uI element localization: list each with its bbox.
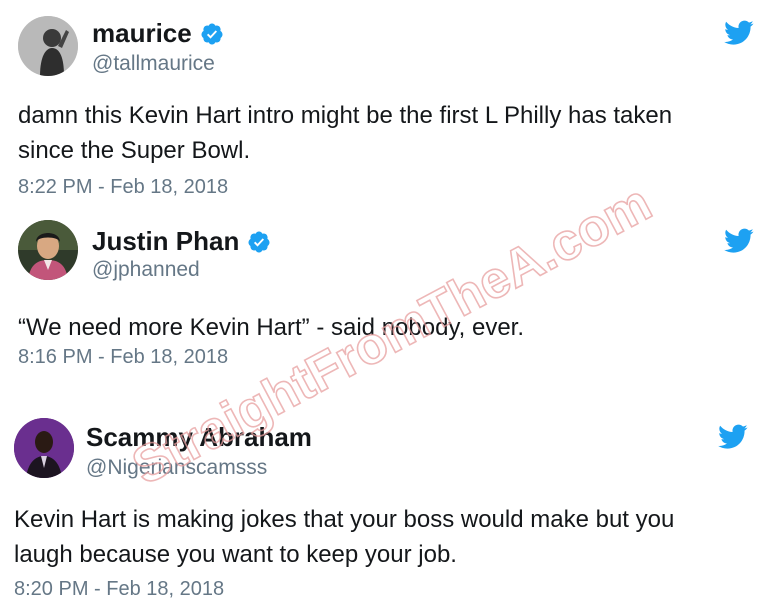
twitter-bird-icon[interactable] — [718, 424, 748, 450]
verified-badge-icon — [201, 23, 223, 44]
twitter-bird-icon[interactable] — [724, 20, 754, 46]
display-name[interactable]: Scammy Abraham — [86, 422, 312, 453]
avatar[interactable] — [18, 16, 78, 76]
tweet-text: “We need more Kevin Hart” - said nobody,… — [18, 310, 748, 345]
tweet-card-justin-phan: Justin Phan @jphanned “We need more Kevi… — [0, 210, 768, 400]
tweet-text-line: damn this Kevin Hart intro might be the … — [18, 102, 673, 129]
avatar[interactable] — [18, 220, 78, 280]
tweet-text: Kevin Hart is making jokes that your bos… — [14, 502, 754, 572]
tweet-card-scammy-abraham: Scammy Abraham @Nigerianscamsss Kevin Ha… — [0, 400, 768, 612]
twitter-bird-icon[interactable] — [724, 228, 754, 254]
timestamp[interactable]: 8:22 PM - Feb 18, 2018 — [18, 176, 228, 199]
handle[interactable]: @tallmaurice — [92, 52, 215, 76]
tweet-card-maurice: maurice @tallmaurice damn this Kevin Har… — [0, 0, 768, 210]
display-name[interactable]: Justin Phan — [92, 226, 239, 257]
verified-badge-icon — [248, 231, 270, 252]
tweet-text-line: “We need more Kevin Hart” - said nobody,… — [18, 314, 525, 341]
tweet-text-line: Kevin Hart is making jokes that your bos… — [14, 506, 675, 533]
tweet-text-line: laugh because you want to keep your job. — [14, 541, 457, 568]
handle[interactable]: @Nigerianscamsss — [86, 456, 267, 480]
tweet-text-line: since the Super Bowl. — [18, 137, 251, 164]
avatar[interactable] — [14, 418, 74, 478]
display-name[interactable]: maurice — [92, 18, 192, 49]
timestamp[interactable]: 8:16 PM - Feb 18, 2018 — [18, 346, 228, 369]
handle[interactable]: @jphanned — [92, 258, 200, 282]
timestamp[interactable]: 8:20 PM - Feb 18, 2018 — [14, 578, 224, 601]
tweet-text: damn this Kevin Hart intro might be the … — [18, 98, 748, 168]
